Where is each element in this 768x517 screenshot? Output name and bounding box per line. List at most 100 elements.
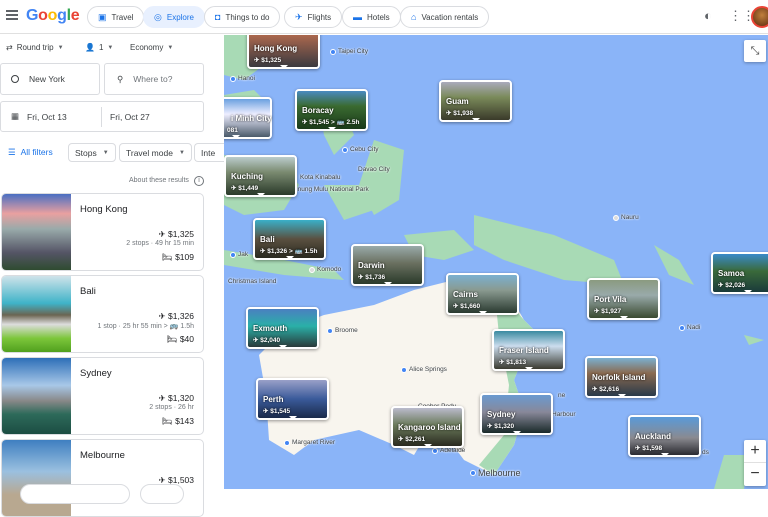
filter-icon: ☰ xyxy=(8,147,16,157)
map-place-label[interactable]: Nauru xyxy=(613,214,639,221)
map-destination-card[interactable]: Kangaroo Island ✈ $2,261 xyxy=(391,406,464,448)
caret-down-icon: ▼ xyxy=(178,149,185,156)
flight-price: ✈ $1,326 xyxy=(158,311,194,321)
map-place-label[interactable]: ds xyxy=(702,449,709,456)
zoom-control: + − xyxy=(744,440,766,486)
circle-icon xyxy=(11,75,19,83)
map[interactable]: Taipei City Hanoi Cebu City Davao City K… xyxy=(224,35,768,489)
nav-explore[interactable]: ◎ Explore xyxy=(143,6,205,28)
destination-image xyxy=(2,276,71,352)
caret-down-icon: ▼ xyxy=(107,44,114,51)
map-destination-card[interactable]: Samoa ✈ $2,026 xyxy=(711,252,768,294)
map-place-label[interactable]: Hanoi xyxy=(230,75,255,82)
result-card[interactable]: Bali ✈ $1,326 1 stop · 25 hr 55 min > 🚌 … xyxy=(1,275,204,353)
map-destination-card[interactable]: Perth ✈ $1,545 xyxy=(256,378,329,420)
nav-travel[interactable]: ▣ Travel xyxy=(87,6,145,28)
map-place-label[interactable]: Harbour xyxy=(552,411,575,418)
top-bar: Google ▣ Travel ◎ Explore ◘ Things to do ✈ F… xyxy=(0,0,768,34)
return-date[interactable]: Fri, Oct 27 xyxy=(110,112,150,122)
nav-hotels[interactable]: ▬ Hotels xyxy=(342,6,401,28)
caret-down-icon: ▼ xyxy=(57,44,64,51)
zoom-out-button[interactable]: − xyxy=(744,463,766,486)
map-place-label[interactable]: Jak xyxy=(230,251,248,258)
divider xyxy=(101,106,103,127)
plane-icon: ✈ xyxy=(158,229,168,239)
map-place-label[interactable]: Davao City xyxy=(358,166,390,173)
swap-icon: ⇄ xyxy=(6,43,13,52)
map-destination-card[interactable]: Fraser Island ✈ $1,813 xyxy=(492,329,565,371)
destination-image xyxy=(2,358,71,434)
map-destination-card[interactable]: Darwin ✈ $1,736 xyxy=(351,244,424,286)
map-place-label[interactable]: Alice Springs xyxy=(401,366,447,373)
caret-down-icon: ▼ xyxy=(102,149,109,156)
passengers-select[interactable]: 👤 1 ▼ xyxy=(85,43,113,52)
map-place-label[interactable]: Taipei City xyxy=(330,48,368,55)
calendar-icon: ▦ xyxy=(11,111,20,121)
map-place-label[interactable]: Christmas Island xyxy=(228,278,276,285)
depart-date[interactable]: Fri, Oct 13 xyxy=(27,112,101,122)
map-place-label[interactable]: Adelaide xyxy=(432,447,465,454)
menu-icon[interactable] xyxy=(6,10,18,20)
bed-icon: 🛏 xyxy=(166,334,180,344)
destination-image xyxy=(2,194,71,270)
map-place-label[interactable]: unung Mulu National Park xyxy=(294,186,369,193)
map-place-label[interactable]: Melbourne xyxy=(470,468,521,478)
map-place-label[interactable]: ne xyxy=(558,392,565,399)
result-card[interactable]: Sydney ✈ $1,320 2 stops · 26 hr 🛏 $143 xyxy=(1,357,204,435)
map-place-label[interactable]: Komodo xyxy=(309,266,341,273)
map-place-label[interactable]: Margaret River xyxy=(284,439,335,446)
map-place-label[interactable]: Cebu City xyxy=(342,146,379,153)
cabin-select[interactable]: Economy ▼ xyxy=(130,43,173,52)
explore-icon: ◎ xyxy=(154,11,162,22)
map-place-label[interactable]: Nadi xyxy=(679,324,700,331)
bed-icon: 🛏 xyxy=(161,252,176,262)
trip-type-select[interactable]: ⇄ Round trip ▼ xyxy=(6,43,64,52)
fullscreen-icon[interactable]: ⤡ xyxy=(744,40,766,62)
map-place-label[interactable]: Kota Kinabalu xyxy=(300,174,340,181)
travel-mode-filter[interactable]: Travel mode ▼ xyxy=(119,143,192,162)
house-icon: ⌂ xyxy=(411,12,417,22)
map-destination-card[interactable]: Norfolk Island ✈ $2,616 xyxy=(585,356,658,398)
bed-icon: ▬ xyxy=(353,12,362,22)
map-destination-card[interactable]: Hong Kong ✈ $1,325 xyxy=(247,35,320,69)
map-destination-card[interactable]: Bali ✈ $1,326 > 🚌 1.5h xyxy=(253,218,326,260)
map-destination-card[interactable]: Cairns ✈ $1,660 xyxy=(446,273,519,315)
date-range[interactable]: ▦ Fri, Oct 13 Fri, Oct 27 xyxy=(0,101,204,132)
map-destination-card[interactable]: Sydney ✈ $1,320 xyxy=(480,393,553,435)
map-destination-card[interactable]: Port Vila ✈ $1,927 xyxy=(587,278,660,320)
info-icon[interactable]: i xyxy=(194,176,204,186)
hotel-price: 🛏 $109 xyxy=(161,252,194,262)
stops-filter[interactable]: Stops ▼ xyxy=(68,143,116,162)
map-destination-card[interactable]: Guam ✈ $1,938 xyxy=(439,80,512,122)
map-destination-card[interactable]: Kuching ✈ $1,449 xyxy=(224,155,297,197)
nav-things-to-do[interactable]: ◘ Things to do xyxy=(204,6,281,28)
nav-vacation-rentals[interactable]: ⌂ Vacation rentals xyxy=(400,6,490,28)
caret-down-icon: ▼ xyxy=(167,44,174,51)
google-logo[interactable]: Google xyxy=(26,7,80,25)
bottom-button[interactable] xyxy=(20,484,130,504)
flight-price: ✈ $1,325 xyxy=(158,229,194,239)
destination-input[interactable]: ⚲ Where to? xyxy=(104,63,204,95)
camera-icon: ◘ xyxy=(215,12,221,22)
plane-icon: ✈ xyxy=(158,393,168,403)
interests-filter[interactable]: Inte xyxy=(194,143,224,162)
dark-mode-icon[interactable]: ◐ xyxy=(704,8,712,23)
hotel-price: 🛏 $40 xyxy=(166,334,194,344)
about-results[interactable]: About these results xyxy=(129,177,189,184)
suitcase-icon: ▣ xyxy=(98,11,107,22)
map-place-label[interactable]: Broome xyxy=(327,327,358,334)
map-destination-card[interactable]: Auckland ✈ $1,598 xyxy=(628,415,701,457)
map-destination-card[interactable]: i Minh City 081 xyxy=(224,97,272,139)
result-card[interactable]: Melbourne ✈ $1,503 xyxy=(1,439,204,517)
bottom-button[interactable] xyxy=(140,484,184,504)
map-destination-card[interactable]: Exmouth ✈ $2,040 xyxy=(246,307,319,349)
origin-input[interactable]: New York xyxy=(0,63,100,95)
flight-price: ✈ $1,320 xyxy=(158,393,194,403)
map-destination-card[interactable]: Boracay ✈ $1,545 > 🚌 2.5h xyxy=(295,89,368,131)
result-card[interactable]: Hong Kong ✈ $1,325 2 stops · 49 hr 15 mi… xyxy=(1,193,204,271)
destination-image xyxy=(2,440,71,516)
nav-flights[interactable]: ✈ Flights xyxy=(284,6,343,28)
all-filters-button[interactable]: ☰ All filters xyxy=(8,147,53,158)
zoom-in-button[interactable]: + xyxy=(744,440,766,463)
avatar[interactable] xyxy=(751,6,768,28)
